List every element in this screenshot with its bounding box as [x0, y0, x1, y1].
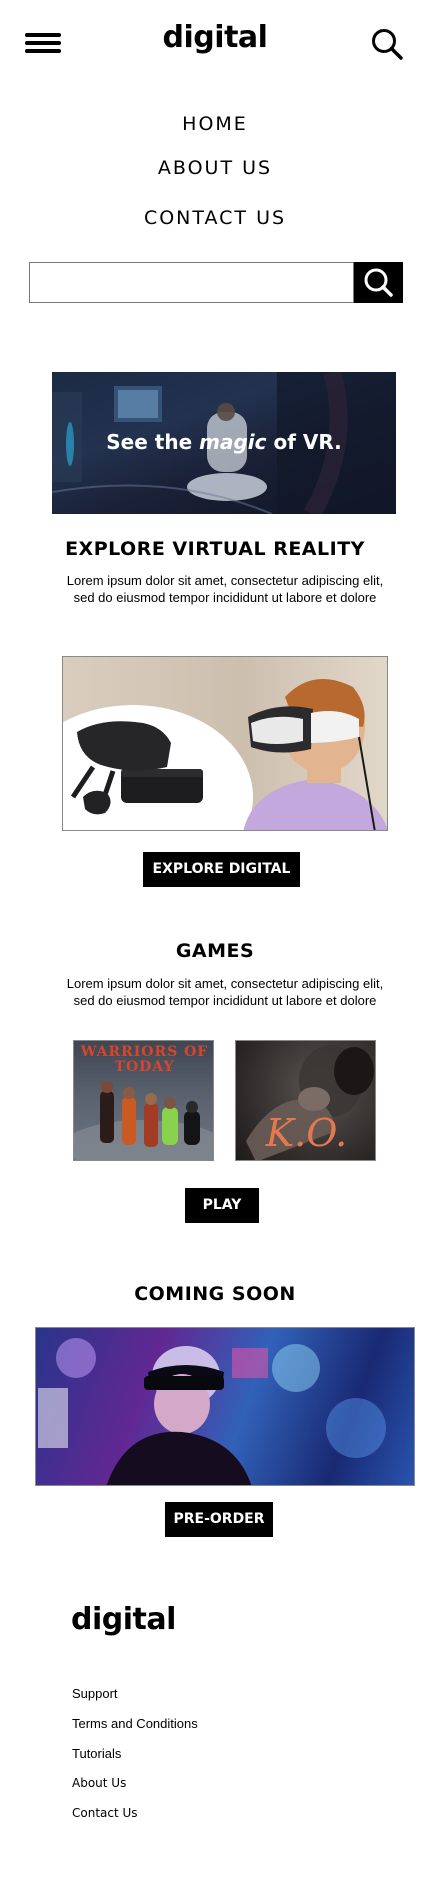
search-button[interactable] [354, 262, 403, 303]
footer-link-contact[interactable]: Contact Us [72, 1806, 138, 1820]
nav-link-contact[interactable]: CONTACT US [144, 207, 286, 229]
coming-soon-artwork [36, 1328, 414, 1485]
site-header: digital [0, 0, 430, 90]
hero-text-emphasis: magic [199, 430, 267, 454]
games-description: Lorem ipsum dolor sit amet, consectetur … [66, 976, 384, 1008]
nav-link-about[interactable]: ABOUT US [158, 157, 272, 179]
game-card-warriors[interactable]: WARRIORS OF TODAY [73, 1040, 214, 1161]
nav-item-about[interactable]: ABOUT US [0, 157, 430, 179]
footer-logo[interactable]: digital [71, 1602, 176, 1637]
hero-banner: See the magic of VR. [52, 372, 396, 514]
pre-order-button[interactable]: PRE-ORDER [165, 1502, 273, 1537]
footer-link-tutorials[interactable]: Tutorials [72, 1746, 121, 1761]
play-button[interactable]: PLAY [185, 1188, 259, 1223]
hero-headline: See the magic of VR. [52, 430, 396, 454]
footer-link-terms[interactable]: Terms and Conditions [72, 1716, 198, 1731]
footer-link-about[interactable]: About Us [72, 1776, 126, 1790]
nav-item-home[interactable]: HOME [0, 113, 430, 135]
explore-digital-button[interactable]: EXPLORE DIGITAL [143, 852, 300, 887]
nav-link-home[interactable]: HOME [182, 113, 248, 135]
search-icon [364, 268, 393, 297]
search-input[interactable] [29, 262, 354, 303]
search-bar [29, 262, 403, 303]
coming-soon-image [35, 1327, 415, 1486]
site-logo[interactable]: digital [0, 20, 430, 55]
nav-item-contact[interactable]: CONTACT US [0, 207, 430, 229]
games-title: GAMES [175, 940, 255, 962]
footer-link-support[interactable]: Support [72, 1686, 118, 1701]
vr-headset-illustration [63, 679, 387, 830]
game-title-ko: K.O. [265, 1111, 348, 1155]
vr-headset-image [62, 656, 388, 831]
explore-title: EXPLORE VIRTUAL REALITY [65, 538, 365, 560]
hero-text-after: of VR. [266, 430, 342, 454]
game-card-ko[interactable]: K.O. [235, 1040, 376, 1161]
coming-soon-title: COMING SOON [134, 1283, 296, 1305]
game-title-warriors: WARRIORS OF TODAY [80, 1044, 209, 1075]
search-icon[interactable] [370, 27, 404, 61]
hero-text-before: See the [106, 430, 200, 454]
explore-description: Lorem ipsum dolor sit amet, consectetur … [66, 573, 384, 605]
